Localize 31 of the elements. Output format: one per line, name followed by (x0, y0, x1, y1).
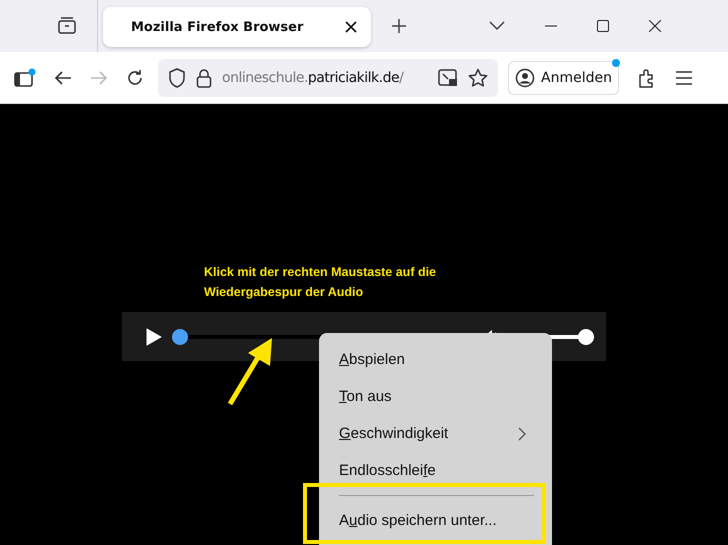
shield-icon[interactable] (168, 68, 186, 88)
volume-thumb[interactable] (578, 328, 594, 344)
sidebar-icon[interactable] (14, 68, 36, 88)
close-icon[interactable] (345, 21, 357, 33)
picture-in-picture-icon[interactable] (438, 68, 458, 86)
plus-icon[interactable] (391, 18, 407, 34)
tab-groups-icon[interactable] (57, 16, 77, 36)
play-icon[interactable] (146, 328, 162, 346)
star-icon[interactable] (468, 68, 488, 88)
menu-item[interactable]: Abspielen (319, 341, 552, 378)
sign-in-button[interactable]: Anmelden (508, 60, 619, 94)
lock-icon[interactable] (196, 68, 212, 88)
menu-icon[interactable] (674, 70, 693, 84)
menu-item[interactable]: Audio speichern unter... (319, 502, 552, 539)
browser-tab[interactable]: Mozilla Firefox Browser (103, 7, 371, 47)
account-icon (515, 68, 535, 88)
chevron-down-icon[interactable] (489, 21, 505, 31)
instruction-text: Klick mit der rechten Maustaste auf die Wiedergabespur der Audio (204, 264, 436, 301)
menu-item[interactable]: Endlosschleife (319, 452, 552, 489)
progress-thumb[interactable] (172, 328, 188, 344)
back-arrow-icon[interactable] (54, 70, 72, 86)
notification-dot (612, 58, 620, 66)
maximize-icon[interactable] (597, 20, 609, 32)
url-text: onlineschule.patriciakilk.de/ (222, 70, 405, 86)
address-bar[interactable]: onlineschule.patriciakilk.de/ (158, 58, 498, 96)
menu-item[interactable]: Geschwindigkeit (319, 415, 552, 452)
minimize-icon[interactable] (545, 25, 557, 27)
close-window-icon[interactable] (649, 20, 661, 32)
menu-item[interactable]: Ton aus (319, 378, 552, 415)
reload-icon[interactable] (126, 68, 144, 86)
chevron-right-icon (518, 426, 526, 440)
